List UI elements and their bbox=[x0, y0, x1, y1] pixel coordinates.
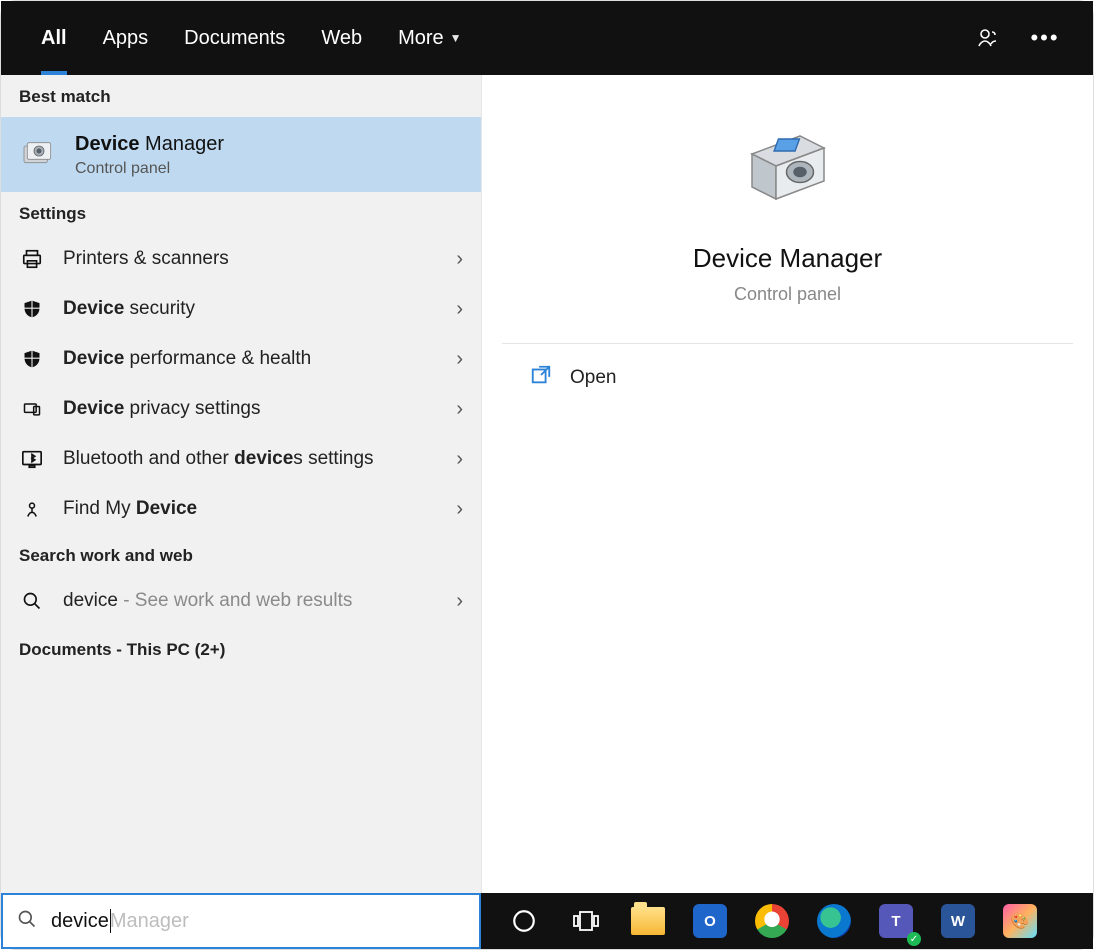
search-icon bbox=[19, 591, 45, 611]
settings-heading: Settings bbox=[1, 192, 481, 234]
taskbar: device Manager O T✓ W 🎨 bbox=[1, 893, 1093, 949]
settings-item-label: Find My Device bbox=[63, 498, 438, 520]
chevron-right-icon: › bbox=[456, 398, 463, 421]
taskbar-outlook[interactable]: O bbox=[689, 900, 731, 942]
action-label: Open bbox=[570, 367, 616, 389]
taskbar-teams[interactable]: T✓ bbox=[875, 900, 917, 942]
web-search-label: device - See work and web results bbox=[63, 590, 438, 612]
best-match-title: Device Manager bbox=[75, 133, 224, 156]
chevron-right-icon: › bbox=[456, 248, 463, 271]
chevron-right-icon: › bbox=[456, 590, 463, 613]
taskbar-edge[interactable] bbox=[813, 900, 855, 942]
open-icon bbox=[530, 364, 552, 392]
settings-item-label: Device performance & health bbox=[63, 348, 438, 370]
printer-icon bbox=[19, 248, 45, 270]
preview-app-icon bbox=[740, 121, 836, 217]
preview-subtitle: Control panel bbox=[482, 284, 1093, 305]
chevron-right-icon: › bbox=[456, 348, 463, 371]
tab-web[interactable]: Web bbox=[303, 1, 380, 75]
settings-item-label: Printers & scanners bbox=[63, 248, 438, 270]
settings-item-device-performance[interactable]: Device performance & health › bbox=[1, 334, 481, 384]
search-header: All Apps Documents Web More▼ ••• bbox=[1, 1, 1093, 75]
search-icon bbox=[17, 909, 37, 934]
feedback-icon[interactable] bbox=[975, 24, 1003, 52]
tab-all[interactable]: All bbox=[23, 1, 85, 75]
tab-documents[interactable]: Documents bbox=[166, 1, 303, 75]
privacy-icon bbox=[19, 399, 45, 419]
settings-item-label: Bluetooth and other devices settings bbox=[63, 448, 438, 470]
tab-more[interactable]: More▼ bbox=[380, 1, 479, 75]
action-open[interactable]: Open bbox=[482, 344, 1093, 412]
documents-heading: Documents - This PC (2+) bbox=[1, 626, 481, 674]
best-match-result[interactable]: Device Manager Control panel bbox=[1, 117, 481, 192]
taskbar-task-view[interactable] bbox=[565, 900, 607, 942]
chevron-right-icon: › bbox=[456, 498, 463, 521]
chevron-right-icon: › bbox=[456, 448, 463, 471]
tab-apps[interactable]: Apps bbox=[85, 1, 167, 75]
findmy-icon bbox=[19, 498, 45, 520]
settings-item-printers[interactable]: Printers & scanners › bbox=[1, 234, 481, 284]
best-match-heading: Best match bbox=[1, 75, 481, 117]
best-match-subtitle: Control panel bbox=[75, 160, 224, 178]
filter-tabs: All Apps Documents Web More▼ bbox=[23, 1, 480, 75]
shield-icon bbox=[19, 298, 45, 320]
settings-item-bluetooth[interactable]: Bluetooth and other devices settings › bbox=[1, 434, 481, 484]
taskbar-word[interactable]: W bbox=[937, 900, 979, 942]
settings-item-find-my-device[interactable]: Find My Device › bbox=[1, 484, 481, 534]
taskbar-file-explorer[interactable] bbox=[627, 900, 669, 942]
settings-item-label: Device security bbox=[63, 298, 438, 320]
search-box[interactable]: device Manager bbox=[1, 893, 481, 949]
settings-item-device-security[interactable]: Device security › bbox=[1, 284, 481, 334]
more-options-icon[interactable]: ••• bbox=[1031, 24, 1059, 52]
web-search-item[interactable]: device - See work and web results › bbox=[1, 576, 481, 626]
shield-icon bbox=[19, 348, 45, 370]
results-panel: Best match Device Manager Control panel … bbox=[1, 75, 481, 893]
taskbar-paint[interactable]: 🎨 bbox=[999, 900, 1041, 942]
preview-title: Device Manager bbox=[482, 243, 1093, 274]
status-badge-icon: ✓ bbox=[907, 932, 921, 946]
taskbar-chrome[interactable] bbox=[751, 900, 793, 942]
web-heading: Search work and web bbox=[1, 534, 481, 576]
taskbar-cortana[interactable] bbox=[503, 900, 545, 942]
device-manager-icon bbox=[19, 136, 59, 176]
settings-item-device-privacy[interactable]: Device privacy settings › bbox=[1, 384, 481, 434]
chevron-down-icon: ▼ bbox=[450, 31, 462, 45]
bluetooth-icon bbox=[19, 448, 45, 470]
settings-item-label: Device privacy settings bbox=[63, 398, 438, 420]
preview-panel: Device Manager Control panel Open bbox=[481, 75, 1093, 893]
chevron-right-icon: › bbox=[456, 298, 463, 321]
search-input[interactable]: device Manager bbox=[51, 909, 465, 933]
taskbar-tray: O T✓ W 🎨 bbox=[481, 893, 1093, 949]
